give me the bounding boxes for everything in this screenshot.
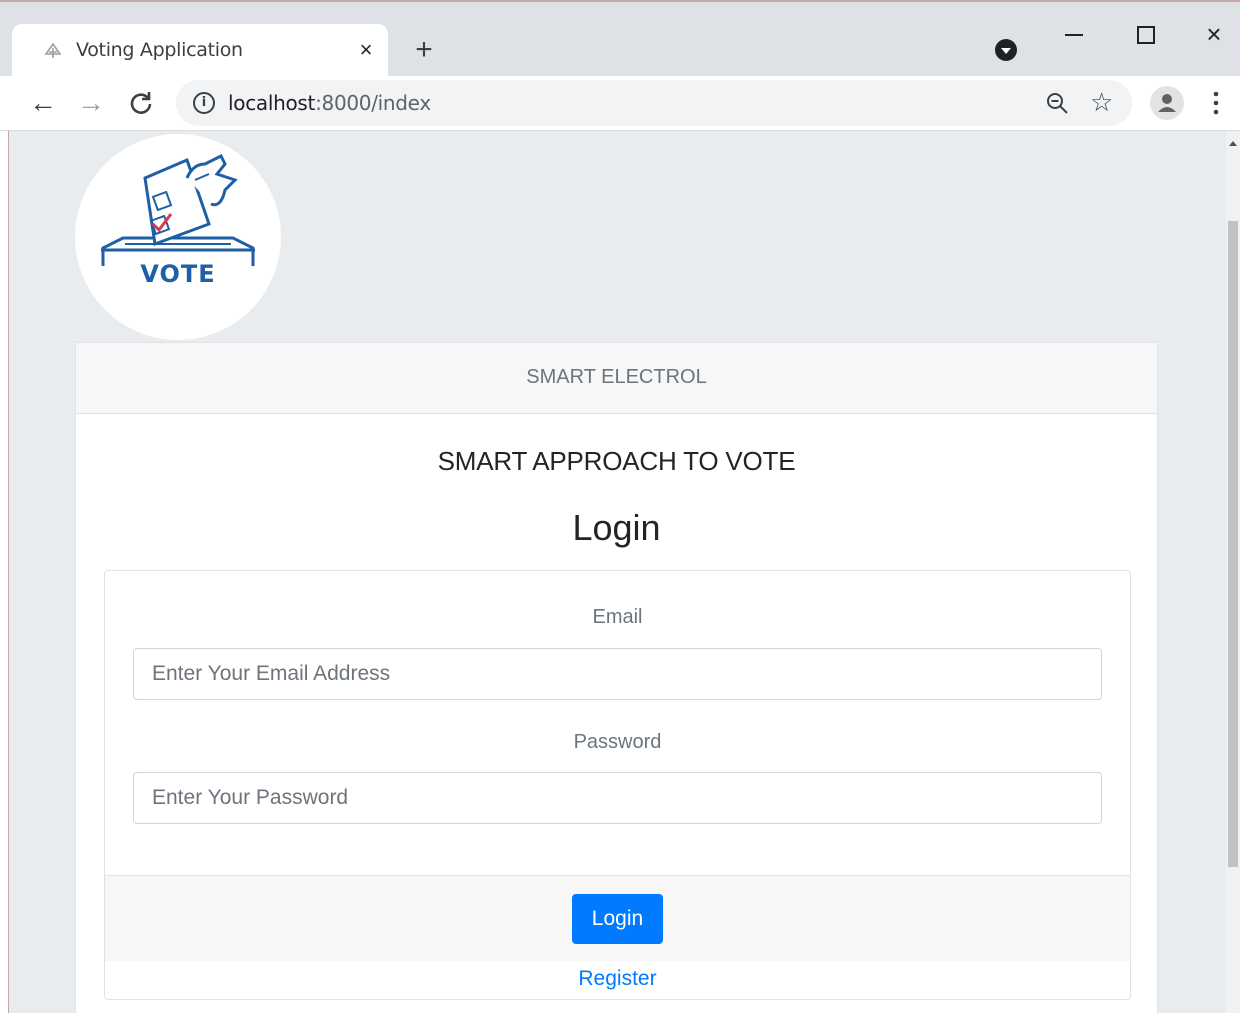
browser-menu-kebab-icon[interactable]: [1206, 88, 1226, 118]
form-footer: Login: [105, 875, 1130, 961]
password-field[interactable]: [133, 772, 1102, 824]
email-field[interactable]: [133, 648, 1102, 700]
page-favicon-icon: [44, 42, 62, 58]
url-host: localhost: [228, 91, 316, 115]
zoom-out-icon[interactable]: [1044, 90, 1070, 116]
url-text[interactable]: localhost:8000/index: [228, 91, 431, 115]
login-card: SMART ELECTROL SMART APPROACH TO VOTE Lo…: [75, 342, 1158, 1013]
browser-toolbar: ← → i localhost:8000/index ☆: [0, 76, 1240, 131]
forward-arrow-icon[interactable]: →: [74, 86, 108, 120]
tab-strip: Voting Application × + ×: [0, 0, 1240, 78]
profile-avatar-icon[interactable]: [1150, 86, 1184, 120]
card-header-title: SMART ELECTROL: [76, 343, 1157, 414]
app-subtitle: SMART APPROACH TO VOTE: [437, 446, 796, 476]
window-minimize-icon[interactable]: [1054, 18, 1094, 52]
tab-close-icon[interactable]: ×: [352, 36, 380, 64]
scroll-up-arrow-icon[interactable]: [1229, 141, 1237, 146]
address-bar[interactable]: i localhost:8000/index ☆: [176, 80, 1132, 126]
logo-vote-text: VOTE: [140, 260, 216, 288]
tab-title: Voting Application: [76, 39, 243, 61]
login-button[interactable]: Login: [572, 894, 663, 944]
scrollbar-thumb[interactable]: [1228, 221, 1238, 867]
page-viewport: VOTE SMART ELECTROL SMART APPROACH TO VO…: [8, 131, 1227, 1013]
bookmark-star-icon[interactable]: ☆: [1090, 86, 1113, 118]
site-info-icon[interactable]: i: [193, 92, 215, 114]
reload-icon[interactable]: [124, 86, 158, 120]
vote-logo: VOTE: [75, 134, 281, 340]
password-label: Password: [573, 731, 662, 753]
back-arrow-icon[interactable]: ←: [26, 86, 60, 120]
new-tab-plus-icon[interactable]: +: [408, 34, 440, 66]
register-link[interactable]: Register: [105, 967, 1130, 991]
login-heading: Login: [572, 507, 661, 548]
window-maximize-icon[interactable]: [1124, 18, 1164, 52]
url-path: :8000/index: [315, 91, 431, 115]
page-scrollbar[interactable]: [1226, 131, 1240, 1013]
tab-search-icon[interactable]: [995, 39, 1017, 61]
tab-voting-application[interactable]: Voting Application ×: [12, 24, 388, 78]
login-form: Email Password Login Register: [104, 570, 1131, 1000]
window-close-icon[interactable]: ×: [1194, 18, 1234, 52]
browser-chrome: Voting Application × + × ← → i localhost…: [0, 0, 1240, 131]
email-label: Email: [592, 606, 643, 628]
ballot-box-icon: [101, 153, 255, 266]
